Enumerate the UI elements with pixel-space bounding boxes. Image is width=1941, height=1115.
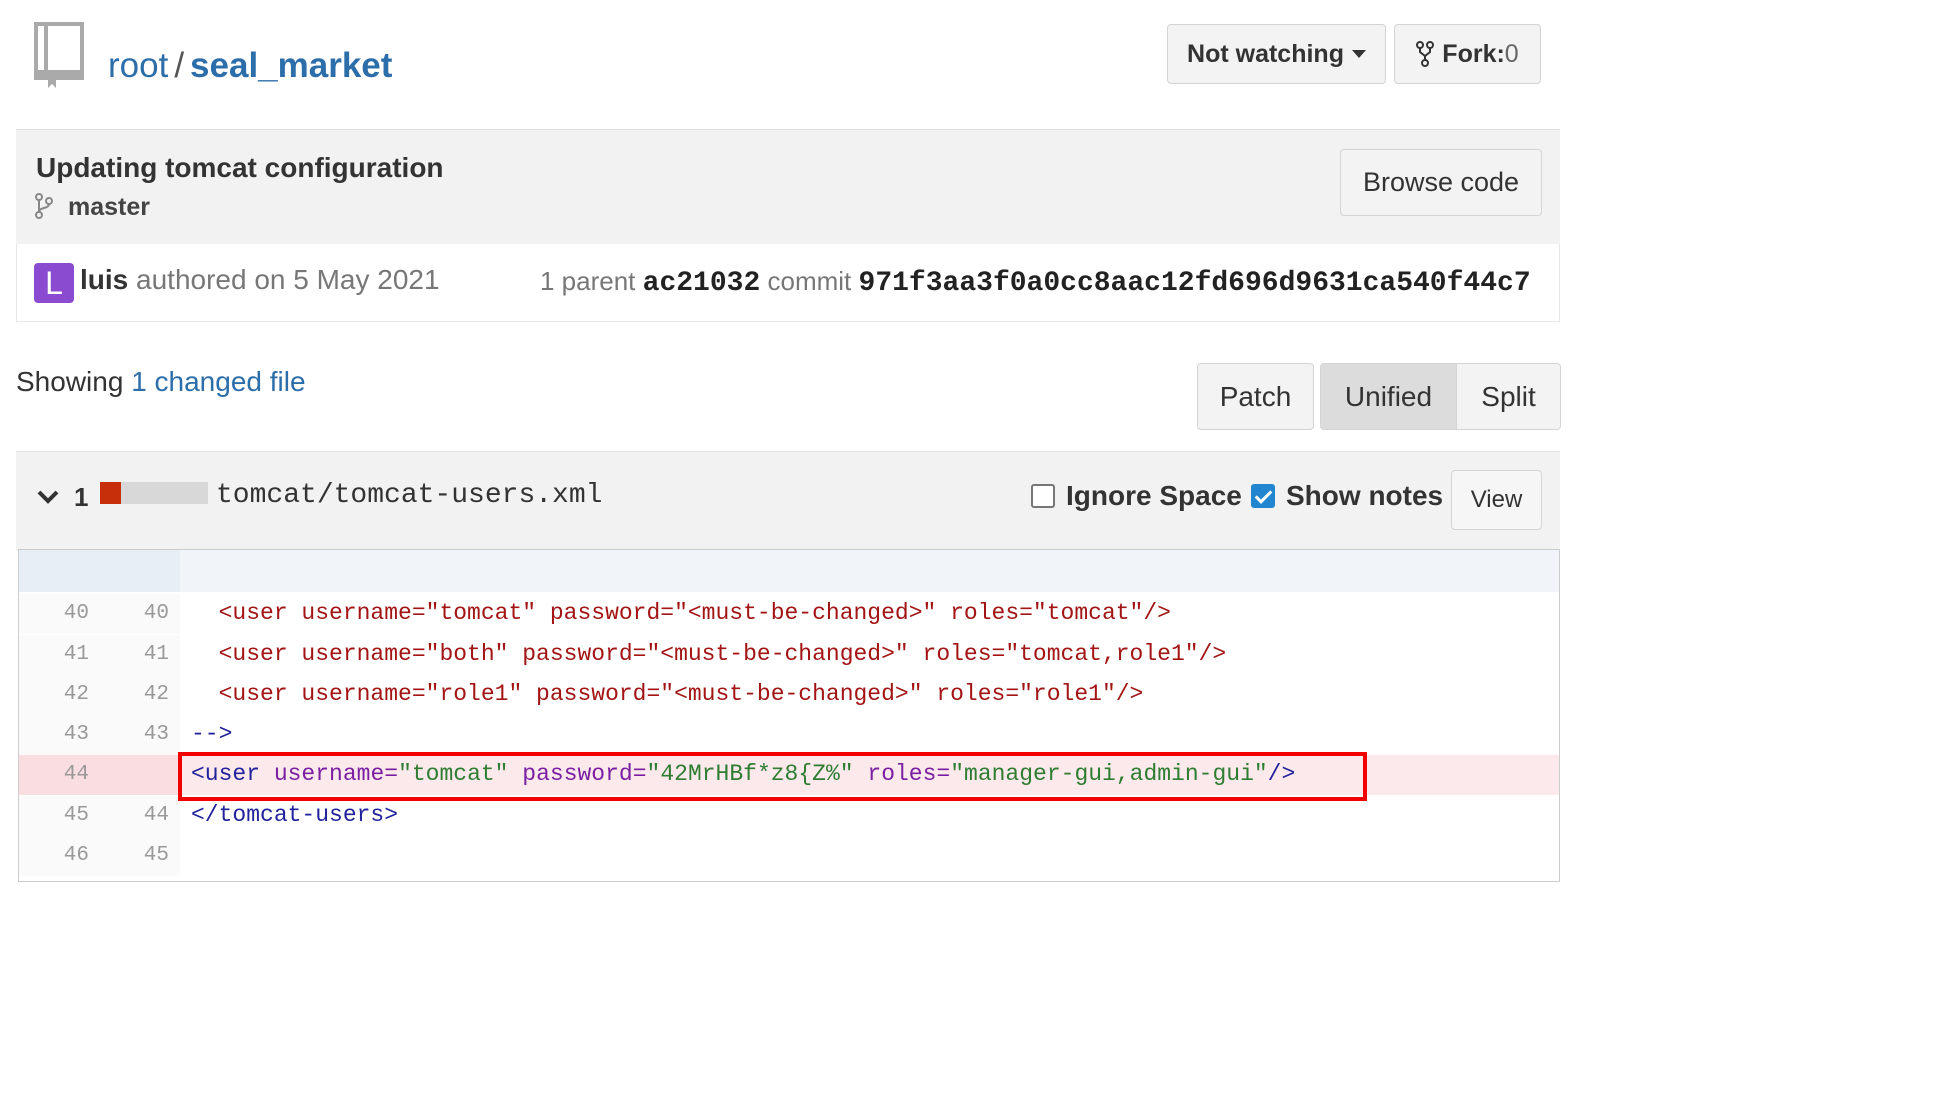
author-line: luis authored on 5 May 2021	[80, 264, 440, 296]
diff-row: 42 42 <user username="role1" password="<…	[19, 675, 1559, 715]
show-notes-checkbox[interactable]	[1251, 484, 1275, 508]
new-line-number[interactable]: 44	[119, 804, 169, 827]
watch-label: Not watching	[1187, 39, 1344, 68]
changed-files-link[interactable]: 1 changed file	[131, 366, 305, 397]
diffstat-neutral-bar	[121, 482, 208, 504]
showing-label: Showing	[16, 366, 124, 397]
authored-date: authored on 5 May 2021	[136, 264, 440, 295]
highlight-annotation-box	[178, 752, 1367, 801]
new-line-number[interactable]: 40	[119, 602, 169, 625]
avatar[interactable]: L	[34, 263, 74, 303]
browse-code-button[interactable]: Browse code	[1340, 149, 1542, 216]
ignore-space-checkbox[interactable]	[1031, 484, 1055, 508]
code-line: <user username="tomcat" password="<must-…	[191, 600, 1171, 626]
old-line-number[interactable]: 40	[39, 602, 89, 625]
code-line: <user username="role1" password="<must-b…	[191, 681, 1144, 707]
new-line-number[interactable]: 42	[119, 683, 169, 706]
patch-button[interactable]: Patch	[1197, 363, 1314, 430]
parent-sha-link[interactable]: ac21032	[643, 268, 761, 299]
commit-sha: 971f3aa3f0a0cc8aac12fd696d9631ca540f44c7	[858, 268, 1531, 299]
diff-row: 43 43 -->	[19, 715, 1559, 755]
new-line-number[interactable]: 43	[119, 723, 169, 746]
repo-book-icon	[34, 22, 86, 88]
file-path[interactable]: tomcat/tomcat-users.xml	[216, 480, 602, 511]
watch-button[interactable]: Not watching	[1167, 24, 1386, 84]
commit-title: Updating tomcat configuration	[36, 152, 444, 183]
old-line-number[interactable]: 42	[39, 683, 89, 706]
diff-row: 41 41 <user username="both" password="<m…	[19, 635, 1559, 675]
diff-table: 40 40 <user username="tomcat" password="…	[18, 549, 1560, 882]
author-name[interactable]: luis	[80, 264, 128, 295]
old-line-number[interactable]: 41	[39, 643, 89, 666]
fork-button[interactable]: Fork: 0	[1394, 24, 1541, 84]
fork-label: Fork:	[1442, 39, 1505, 68]
diff-row: 46 45	[19, 836, 1559, 876]
unified-button[interactable]: Unified	[1320, 363, 1457, 430]
diff-hunk-header	[19, 550, 1559, 592]
repo-title: root / seal_market	[108, 46, 392, 86]
parent-label: 1 parent	[540, 266, 636, 296]
split-button[interactable]: Split	[1456, 363, 1561, 430]
owner-link[interactable]: root	[108, 46, 168, 85]
diff-row: 40 40 <user username="tomcat" password="…	[19, 594, 1559, 634]
path-separator: /	[174, 46, 185, 85]
caret-down-icon	[1351, 50, 1366, 58]
branch-name[interactable]: master	[68, 193, 150, 222]
file-change-count: 1	[74, 482, 89, 512]
show-notes-label[interactable]: Show notes	[1286, 480, 1443, 512]
repo-link[interactable]: seal_market	[190, 46, 392, 85]
chevron-down-icon[interactable]	[36, 487, 60, 507]
fork-count: 0	[1504, 39, 1519, 68]
ignore-space-label[interactable]: Ignore Space	[1066, 480, 1242, 512]
commit-refs: 1 parent ac21032 commit 971f3aa3f0a0cc8a…	[540, 266, 1531, 299]
new-line-number[interactable]: 41	[119, 643, 169, 666]
view-file-button[interactable]: View	[1451, 470, 1542, 530]
commit-label: commit	[767, 266, 852, 296]
code-line: </tomcat-users>	[191, 802, 399, 828]
code-line: <user username="both" password="<must-be…	[191, 641, 1227, 667]
diffstat-removed-bar	[100, 482, 121, 504]
diff-row: 45 44 </tomcat-users>	[19, 796, 1559, 836]
fork-icon	[1416, 41, 1435, 67]
branch-icon	[34, 193, 54, 219]
old-line-number[interactable]: 45	[39, 804, 89, 827]
old-line-number[interactable]: 43	[39, 723, 89, 746]
old-line-number[interactable]: 46	[39, 844, 89, 867]
changed-files-summary: Showing 1 changed file	[16, 366, 306, 398]
commit-header	[16, 129, 1560, 245]
old-line-number[interactable]: 44	[39, 763, 89, 786]
code-line: -->	[191, 721, 233, 747]
new-line-number[interactable]: 45	[119, 844, 169, 867]
